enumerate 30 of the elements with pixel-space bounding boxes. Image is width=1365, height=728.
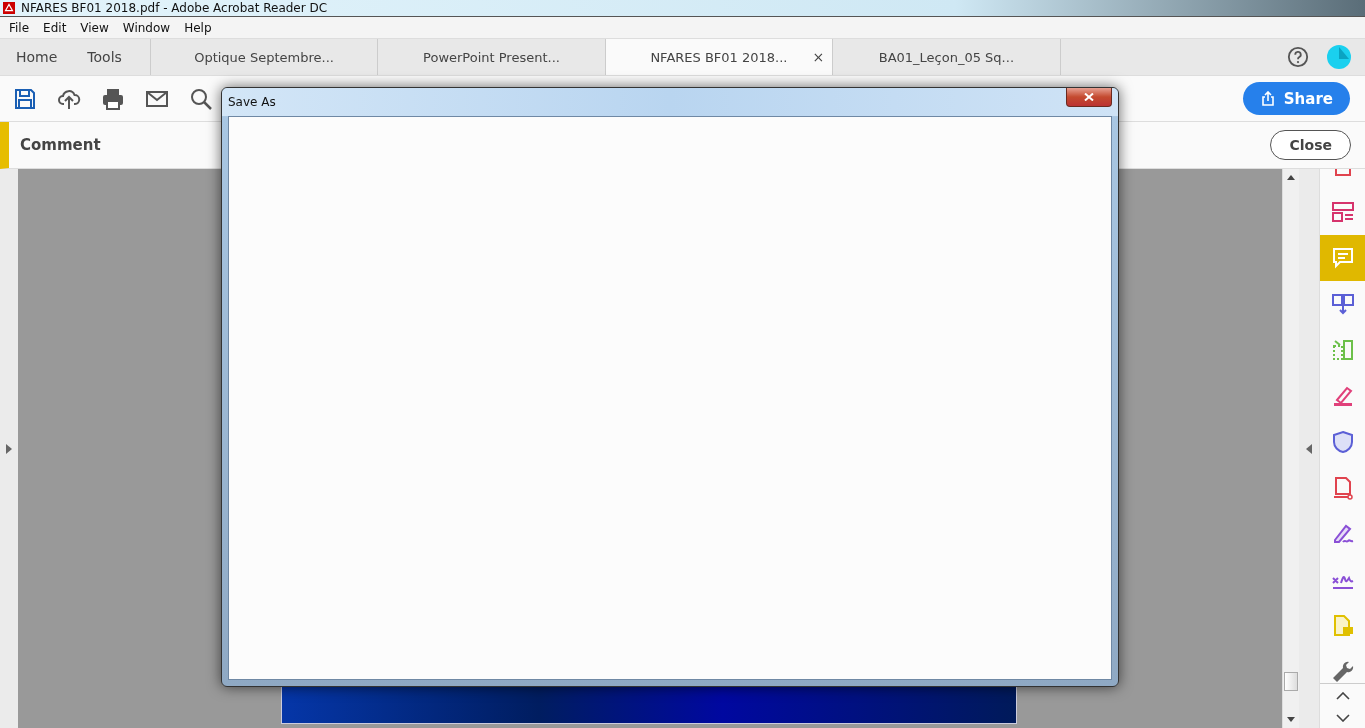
scroll-down-icon[interactable] <box>1287 717 1295 722</box>
menu-item[interactable]: Edit <box>36 20 74 35</box>
chevron-up-icon[interactable] <box>1335 692 1350 700</box>
window-title: NFARES BF01 2018.pdf - Adobe Acrobat Reader DC <box>21 1 328 15</box>
app-icon <box>3 2 15 14</box>
panel-title: Comment <box>20 136 101 154</box>
menu-item[interactable]: Window <box>115 20 178 35</box>
dialog-close-button[interactable] <box>1066 88 1112 107</box>
menu-item[interactable]: File <box>2 20 37 35</box>
document-tab[interactable]: NFARES BF01 2018... × <box>605 39 834 75</box>
expand-arrow-icon[interactable] <box>6 443 12 454</box>
collapse-arrow-icon[interactable] <box>1306 443 1312 454</box>
print-icon[interactable] <box>101 86 125 111</box>
save-icon[interactable] <box>13 86 37 111</box>
tab-close-button[interactable]: × <box>812 49 825 65</box>
scroll-up-icon[interactable] <box>1287 175 1295 180</box>
scrollbar[interactable] <box>1282 169 1299 728</box>
search-icon[interactable] <box>189 86 213 111</box>
menu-item[interactable]: View <box>73 20 116 35</box>
close-button[interactable]: Close <box>1270 130 1351 160</box>
share-button[interactable]: Share <box>1242 82 1350 115</box>
chevron-down-icon[interactable] <box>1335 714 1350 722</box>
right-panel-handle[interactable] <box>1299 169 1319 728</box>
dialog-title: Save As <box>228 95 276 109</box>
help-icon[interactable] <box>1287 46 1310 68</box>
left-panel-handle[interactable] <box>0 169 18 728</box>
close-icon <box>1084 93 1094 101</box>
menu-item[interactable]: Help <box>177 20 219 35</box>
share-icon <box>1259 90 1276 107</box>
scroll-thumb[interactable] <box>1284 672 1298 691</box>
